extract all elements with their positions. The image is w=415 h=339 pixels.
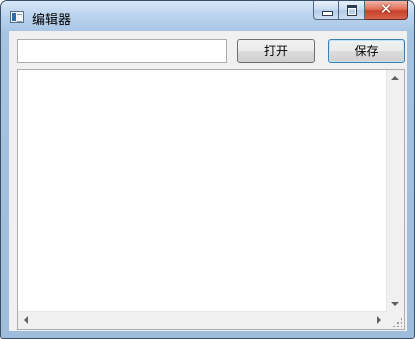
scroll-down-arrow-icon[interactable] — [391, 302, 399, 306]
resize-grip-icon[interactable] — [392, 317, 402, 327]
maximize-button[interactable] — [339, 1, 365, 20]
minimize-button[interactable] — [313, 1, 339, 20]
caption-buttons: ✕ — [313, 1, 408, 21]
minimize-icon — [322, 11, 333, 16]
maximize-icon — [347, 5, 357, 16]
close-button[interactable]: ✕ — [365, 1, 408, 20]
vertical-scrollbar[interactable] — [386, 70, 404, 312]
horizontal-scrollbar[interactable] — [18, 311, 387, 329]
resize-corner[interactable] — [387, 312, 404, 329]
editor-content[interactable] — [20, 72, 385, 310]
app-window-icon[interactable] — [10, 11, 24, 23]
text-editor[interactable] — [17, 69, 405, 330]
close-icon: ✕ — [379, 0, 393, 18]
scroll-up-arrow-icon[interactable] — [391, 76, 399, 80]
title-bar[interactable]: 编辑器 ✕ — [1, 1, 414, 31]
scroll-left-arrow-icon[interactable] — [24, 316, 28, 324]
window-title: 编辑器 — [32, 13, 72, 28]
scroll-right-arrow-icon[interactable] — [377, 316, 381, 324]
save-button[interactable]: 保存 — [328, 39, 405, 63]
app-window: 编辑器 ✕ 打开 保存 — [0, 0, 415, 339]
open-button[interactable]: 打开 — [237, 39, 315, 63]
client-area: 打开 保存 — [9, 31, 407, 331]
path-input[interactable] — [17, 39, 227, 63]
